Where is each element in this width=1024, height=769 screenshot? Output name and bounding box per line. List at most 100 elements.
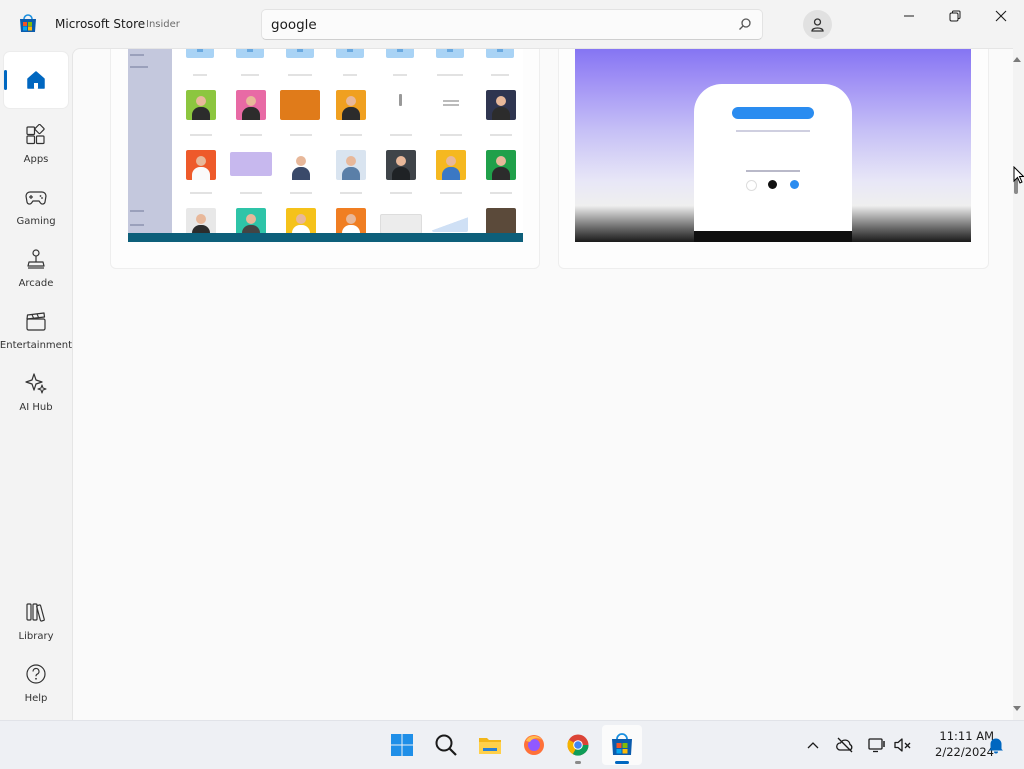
screenshot-card-2[interactable] (558, 49, 989, 269)
search-icon (435, 734, 457, 756)
mouse-cursor-icon (1013, 166, 1024, 184)
sparkle-icon (25, 373, 47, 394)
file-thumb (386, 90, 416, 120)
search-icon[interactable] (738, 17, 752, 31)
scroll-down-arrow-icon[interactable] (1011, 704, 1023, 714)
sign-in-button-thumb (732, 107, 814, 119)
nav-item-arcade[interactable]: Arcade (4, 240, 68, 296)
folder-thumb (236, 49, 264, 58)
close-icon (995, 10, 1007, 22)
microsoft-store-button[interactable] (602, 725, 642, 765)
title-bar: Microsoft Store Insider (0, 0, 1024, 48)
microsoft-icon (790, 180, 799, 189)
taskbar: 11:11 AM 2/22/2024 (0, 720, 1024, 769)
file-explorer-button[interactable] (470, 725, 510, 765)
file-explorer-icon (479, 738, 501, 754)
folder-thumb (486, 49, 514, 58)
folder-thumb (186, 49, 214, 58)
onedrive-offline-icon[interactable] (835, 735, 855, 755)
chrome-button[interactable] (558, 725, 598, 765)
phone-frame (694, 84, 852, 242)
nav-item-help[interactable]: Help (4, 655, 68, 711)
chrome-icon (567, 734, 589, 756)
nav-label-ai-hub: AI Hub (19, 402, 53, 413)
library-icon (26, 603, 45, 622)
nav-label-help: Help (24, 693, 48, 704)
contact-photo (486, 150, 516, 180)
file-thumb (432, 212, 468, 232)
clock-date: 2/22/2024 (935, 745, 994, 759)
sign-in-screenshot[interactable] (575, 49, 971, 242)
contact-photo (486, 90, 516, 120)
account-button[interactable] (803, 10, 832, 39)
nav-label-library: Library (18, 631, 54, 642)
nav-item-apps[interactable]: Apps (4, 116, 68, 172)
gamepad-icon (25, 191, 47, 205)
folder-thumb (336, 49, 364, 58)
minimize-button[interactable] (886, 0, 932, 32)
volume-muted-icon[interactable] (893, 735, 913, 755)
contact-photo (436, 150, 466, 180)
apple-icon (768, 180, 777, 189)
clock-time: 11:11 AM (939, 729, 994, 743)
folder-thumb (286, 49, 314, 58)
nav-item-home[interactable] (4, 52, 68, 108)
notification-bell-icon[interactable] (986, 735, 1006, 755)
firefox-button[interactable] (514, 725, 554, 765)
screenshot-footer-bar (128, 233, 523, 242)
joystick-icon (27, 249, 45, 269)
screenshot-card-1[interactable] (110, 49, 540, 269)
screenshot-sidebar (128, 49, 172, 242)
contact-photo (336, 90, 366, 120)
microsoft-store-logo-icon (20, 14, 36, 32)
system-clock[interactable]: 11:11 AM 2/22/2024 (916, 728, 994, 760)
contacts-grid-screenshot[interactable] (128, 49, 523, 242)
firefox-icon (524, 735, 544, 755)
start-button[interactable] (382, 725, 422, 765)
nav-label-gaming: Gaming (16, 216, 56, 227)
insider-badge: Insider (146, 19, 180, 30)
android-nav-bar (694, 231, 852, 242)
contact-photo (386, 150, 416, 180)
folder-thumb (386, 49, 414, 58)
file-thumb (380, 214, 422, 234)
navigation-sidebar: Apps Gaming Arcade Entertainment AI Hub … (0, 48, 72, 720)
main-content (72, 48, 1013, 721)
home-icon (27, 71, 45, 89)
minimize-icon (904, 15, 914, 17)
nav-label-apps: Apps (23, 154, 49, 165)
contact-photo (186, 90, 216, 120)
contact-photo (336, 150, 366, 180)
restore-icon (949, 10, 961, 22)
close-button[interactable] (978, 0, 1024, 32)
google-icon (746, 180, 757, 191)
file-thumb (436, 90, 466, 120)
active-indicator (4, 70, 7, 90)
contact-photo (236, 90, 266, 120)
apps-icon (26, 124, 45, 145)
microsoft-store-icon (612, 733, 632, 755)
contact-photo (186, 150, 216, 180)
nav-item-gaming[interactable]: Gaming (4, 178, 68, 234)
nav-item-entertainment[interactable]: Entertainment (0, 302, 72, 358)
search-input[interactable] (271, 15, 721, 35)
contact-photo (286, 150, 316, 180)
windows-start-icon (391, 734, 413, 756)
nav-label-entertainment: Entertainment (0, 340, 73, 351)
file-thumb (230, 152, 272, 176)
help-icon (26, 664, 46, 684)
taskbar-search-button[interactable] (426, 725, 466, 765)
folder-thumb (436, 49, 464, 58)
nav-item-ai-hub[interactable]: AI Hub (4, 364, 68, 420)
restore-button[interactable] (932, 0, 978, 32)
nav-item-library[interactable]: Library (4, 593, 68, 649)
scroll-up-arrow-icon[interactable] (1011, 54, 1023, 64)
chevron-up-icon[interactable] (803, 735, 823, 755)
clapperboard-icon (26, 312, 46, 331)
person-icon (811, 18, 824, 32)
nav-label-arcade: Arcade (18, 278, 54, 289)
file-thumb (280, 90, 320, 120)
search-box[interactable] (261, 9, 763, 40)
app-title: Microsoft Store (55, 17, 146, 31)
network-icon[interactable] (867, 735, 887, 755)
